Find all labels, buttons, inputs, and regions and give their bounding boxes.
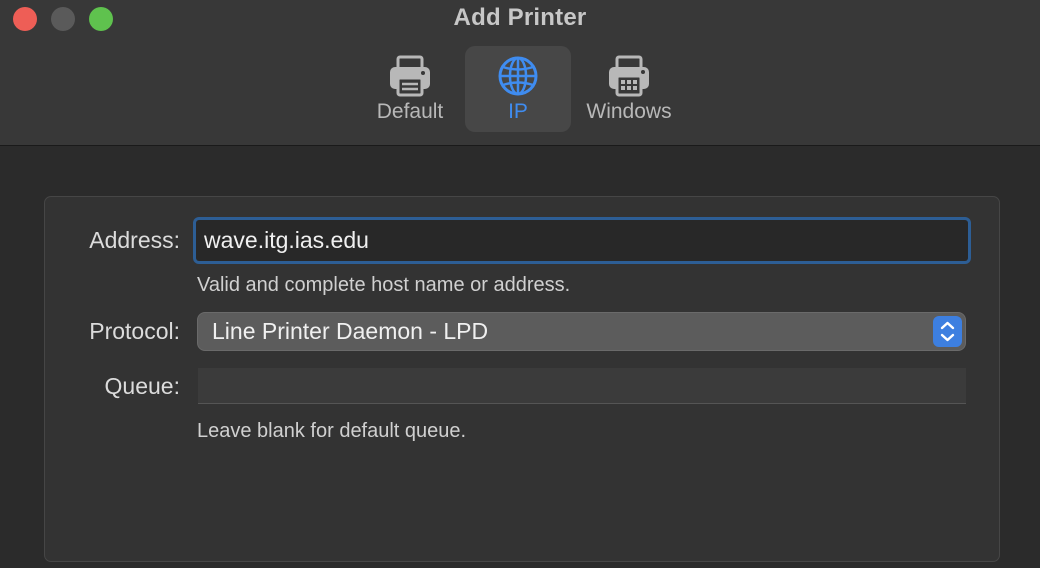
tab-default[interactable]: Default (360, 46, 460, 132)
protocol-select[interactable]: Line Printer Daemon - LPD (197, 312, 966, 351)
printer-icon (390, 55, 430, 97)
address-focus-ring (193, 217, 971, 264)
windows-printer-icon (609, 55, 649, 97)
address-label: Address: (89, 227, 180, 253)
chevron-up-down-icon (933, 316, 962, 347)
window-title: Add Printer (453, 4, 587, 31)
tab-ip-label: IP (508, 100, 528, 123)
tab-default-label: Default (376, 100, 444, 123)
queue-input[interactable] (198, 368, 966, 404)
queue-label: Queue: (104, 373, 180, 399)
tab-windows[interactable]: Windows (574, 46, 684, 132)
address-input[interactable] (196, 220, 968, 261)
protocol-select-value: Line Printer Daemon - LPD (212, 318, 489, 344)
queue-hint: Leave blank for default queue. (197, 420, 467, 442)
protocol-label: Protocol: (89, 318, 180, 344)
globe-icon (498, 56, 538, 96)
tab-windows-label: Windows (586, 100, 672, 123)
title-bar: Add Printer Default IP Windows (0, 0, 1040, 146)
add-printer-window: Add Printer Default IP Windows Address: … (0, 0, 1040, 568)
tab-ip[interactable]: IP (465, 46, 571, 132)
address-hint: Valid and complete host name or address. (197, 274, 571, 296)
